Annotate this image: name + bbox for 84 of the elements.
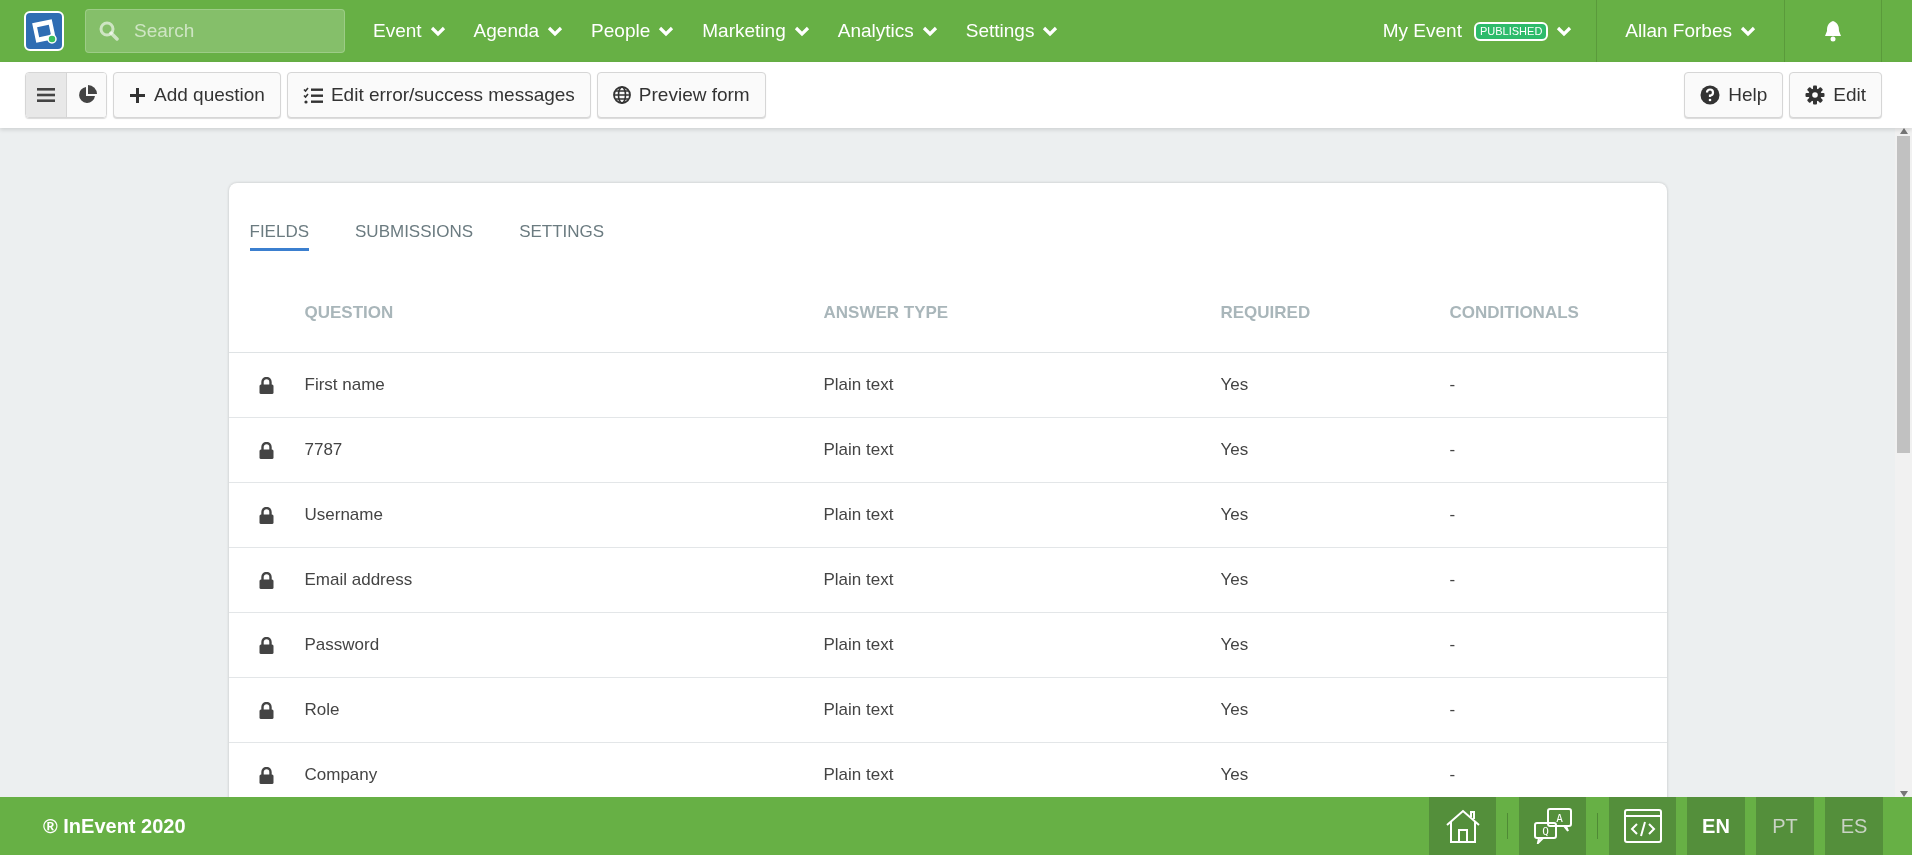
table-cell-text: Yes <box>1220 764 1250 787</box>
code-window-icon <box>1623 809 1662 843</box>
settings-icon <box>1805 85 1826 105</box>
chevron-down-icon <box>429 25 446 37</box>
copyright-text: ® InEvent 2020 <box>43 814 186 839</box>
column-header: REQUIRED <box>1220 301 1312 324</box>
toolbar-button[interactable]: Preview form <box>596 72 766 118</box>
question-letter: Q <box>1541 825 1549 838</box>
table-cell-text: Plain text <box>823 764 895 787</box>
table-cell-text: - <box>1449 374 1457 397</box>
chart-view-button[interactable] <box>66 73 106 117</box>
table-cell-text: - <box>1449 504 1457 527</box>
nav-menu[interactable]: People <box>591 16 675 46</box>
language-button[interactable]: EN <box>1687 797 1745 855</box>
table-cell-text: 7787 <box>304 439 344 462</box>
list-view-button[interactable] <box>26 73 66 117</box>
table-cell-text: Password <box>304 634 381 657</box>
language-button[interactable]: ES <box>1825 797 1883 855</box>
table-cell-text: First name <box>304 374 386 397</box>
table-cell-text: Company <box>304 764 379 787</box>
status-badge: PUBLISHED <box>1473 21 1549 41</box>
language-button[interactable]: PT <box>1756 797 1814 855</box>
toolbar-button[interactable]: Edit <box>1789 72 1882 118</box>
home-button[interactable] <box>1429 797 1496 855</box>
tab[interactable]: SETTINGS <box>519 215 605 251</box>
chevron-down-icon <box>1556 25 1573 37</box>
help-icon <box>1700 85 1721 105</box>
table-cell-text: - <box>1449 569 1457 592</box>
home-icon <box>1444 808 1481 844</box>
pie-chart-icon <box>76 85 97 105</box>
embed-button[interactable] <box>1609 797 1676 855</box>
toolbar-button[interactable]: Edit error/success messages <box>286 72 591 118</box>
answer-letter: A <box>1555 812 1563 825</box>
table-cell-text: Plain text <box>823 699 895 722</box>
qa-button[interactable]: A Q <box>1519 797 1586 855</box>
menu-icon <box>37 87 55 103</box>
table-cell-text: - <box>1449 764 1457 787</box>
nav-menu[interactable]: Marketing <box>702 16 810 46</box>
toolbar-button[interactable]: Add question <box>113 72 281 118</box>
table-cell-text: Yes <box>1220 699 1250 722</box>
table-cell-text: - <box>1449 634 1457 657</box>
table-cell-text: Role <box>304 699 341 722</box>
toolbar-button[interactable]: Help <box>1684 72 1784 118</box>
table-cell-text: Yes <box>1220 569 1250 592</box>
column-header: ANSWER TYPE <box>823 301 950 324</box>
nav-menu[interactable]: Agenda <box>473 16 564 46</box>
scroll-up-arrow-icon[interactable] <box>1899 128 1908 134</box>
table-cell-text: Yes <box>1220 374 1250 397</box>
scrollbar[interactable] <box>1895 128 1912 797</box>
table-cell-text: Plain text <box>823 504 895 527</box>
tab[interactable]: SUBMISSIONS <box>355 215 474 251</box>
nav-menu[interactable]: Analytics <box>837 16 938 46</box>
table-cell-text: Yes <box>1220 504 1250 527</box>
speech-bubbles-icon <box>1533 808 1572 844</box>
table-cell-text: - <box>1449 699 1457 722</box>
app-logo-icon[interactable] <box>24 11 64 51</box>
nav-menu[interactable]: Settings <box>965 16 1059 46</box>
chevron-down-icon <box>658 25 675 37</box>
column-header: QUESTION <box>304 301 395 324</box>
globe-icon <box>612 86 631 104</box>
table-cell-text: Yes <box>1220 439 1250 462</box>
table-cell-text: Email address <box>304 569 414 592</box>
nav-menu[interactable]: Event <box>373 16 446 46</box>
table-cell-text: Username <box>304 504 384 527</box>
table-cell-text: Plain text <box>823 439 895 462</box>
chevron-down-icon <box>1042 25 1059 37</box>
table-cell-text: Plain text <box>823 569 895 592</box>
user-menu[interactable]: Allan Forbes <box>1597 0 1784 62</box>
chevron-down-icon <box>547 25 564 37</box>
search-icon <box>99 21 119 41</box>
column-header: CONDITIONALS <box>1449 301 1580 324</box>
table-cell-text: - <box>1449 439 1457 462</box>
scroll-down-arrow-icon[interactable] <box>1899 791 1908 797</box>
bell-icon <box>1823 20 1843 42</box>
plus-icon <box>129 86 146 104</box>
table-cell-text: Plain text <box>823 374 895 397</box>
event-menu[interactable]: My Event PUBLISHED <box>1358 0 1597 62</box>
chevron-down-icon <box>793 25 810 37</box>
tab[interactable]: FIELDS <box>249 215 310 251</box>
chevron-down-icon <box>921 25 938 37</box>
checklist-icon <box>302 86 323 104</box>
table-cell-text: Yes <box>1220 634 1250 657</box>
chevron-down-icon <box>1740 25 1756 37</box>
table-cell-text: Plain text <box>823 634 895 657</box>
